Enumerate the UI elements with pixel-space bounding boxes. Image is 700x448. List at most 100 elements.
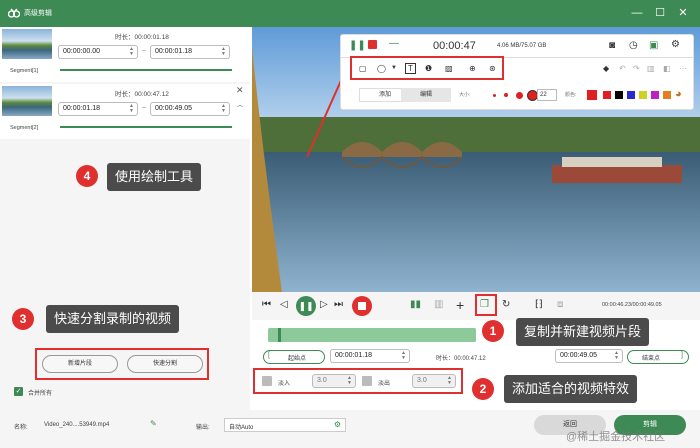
delete-segment-icon[interactable]: ✕ [236, 85, 244, 96]
fade-in-field[interactable]: 3.0 ▲ ▼ [312, 374, 356, 388]
timeline-start-handle[interactable] [278, 328, 281, 342]
add-icon[interactable]: + [456, 297, 464, 313]
output-select[interactable]: 自动Auto ⚙ [224, 418, 346, 432]
eraser-icon[interactable]: ◆ [603, 64, 609, 73]
output-value: 自动Auto [229, 425, 254, 431]
close-icon[interactable]: ✕ [676, 6, 690, 20]
segment-item[interactable]: Segment[2] 时长：00:00:47.12 00:00:01.18 ▲ ▼ … [0, 84, 250, 139]
pause-icon[interactable]: ❚❚ [349, 40, 366, 51]
highlight-box [350, 56, 504, 80]
segment-thumbnail [2, 86, 52, 116]
title-bar: 高级剪辑 — ☐ ✕ [0, 0, 700, 27]
segment-start-value: 00:00:01.18 [63, 105, 100, 112]
playback-time: 00:00:46.23/00:00:49.05 [602, 302, 662, 308]
bracket-icon: [ [268, 352, 270, 359]
fade-in-checkbox[interactable] [262, 376, 272, 386]
maximize-icon[interactable]: ☐ [653, 6, 667, 20]
segment-name: Segment[2] [10, 125, 39, 131]
spinner-icon[interactable]: ▲ ▼ [614, 351, 619, 361]
spinner-icon[interactable]: ▲ ▼ [447, 376, 452, 386]
trim-icon[interactable]: ⁅⁆ [535, 299, 543, 310]
size-label: 大小: [459, 92, 471, 98]
trim-start-field[interactable]: 00:00:01.18 ▲ ▼ [330, 349, 410, 363]
color-swatch[interactable] [615, 91, 623, 99]
edit-name-icon[interactable]: ✎ [150, 419, 157, 428]
skip-start-icon[interactable]: ⏮ [262, 299, 271, 310]
callout-effects: 添加适合的视频特效 [504, 375, 638, 403]
color-swatch[interactable] [651, 91, 659, 99]
camera-icon[interactable]: ◙ [609, 40, 615, 51]
undo-icon[interactable]: ↶ [619, 64, 626, 73]
fade-in-value: 3.0 [317, 377, 327, 384]
trim-end-field[interactable]: 00:00:49.05 ▲ ▼ [555, 349, 623, 363]
fade-out-checkbox[interactable] [362, 376, 372, 386]
segment-end-field[interactable]: 00:00:49.05 ▲ ▼ [150, 102, 230, 116]
trim-start-value: 00:00:01.18 [335, 352, 372, 359]
pause-button[interactable]: ❚❚ [296, 296, 316, 316]
callout-number: 2 [472, 378, 494, 400]
segment-thumbnail [2, 29, 52, 59]
delete-icon[interactable]: ▥ [647, 64, 655, 73]
fade-out-value: 3.0 [417, 377, 427, 384]
fade-out-field[interactable]: 3.0 ▲ ▼ [412, 374, 456, 388]
segment-progress [60, 126, 232, 128]
skip-end-icon[interactable]: ⏭ [334, 299, 343, 310]
color-swatch[interactable] [627, 91, 635, 99]
start-point-button[interactable]: [ 起始点 [263, 350, 325, 364]
timeline-track[interactable] [268, 328, 476, 342]
redo-icon[interactable]: ↷ [633, 64, 640, 73]
spinner-icon[interactable]: ▲ ▼ [129, 47, 134, 57]
duplicate-icon[interactable]: ❐ [480, 299, 489, 310]
spinner-icon[interactable]: ▲ ▼ [221, 104, 226, 114]
stop-record-icon[interactable] [368, 40, 377, 49]
merge-all-checkbox[interactable]: ✓ [14, 387, 23, 396]
current-color-swatch[interactable] [587, 90, 597, 100]
segment-start-field[interactable]: 00:00:01.18 ▲ ▼ [58, 102, 138, 116]
clear-icon[interactable]: ◧ [663, 64, 671, 73]
callout-draw-tools: 使用绘制工具 [107, 163, 202, 191]
color-swatch[interactable] [639, 91, 647, 99]
color-swatch[interactable] [603, 91, 611, 99]
name-label: 名称: [14, 425, 28, 431]
minimize-toolbar-icon[interactable]: — [389, 38, 399, 49]
brush-size-large[interactable] [516, 92, 523, 99]
quick-split-button[interactable]: 快速分割 [127, 355, 203, 373]
segment-end-value: 00:00:01.18 [155, 48, 192, 55]
tab-edit[interactable]: 编辑 [401, 88, 451, 102]
segment-item[interactable]: Segment[1] 时长：00:00:01.18 00:00:00.00 ▲ ▼ … [0, 27, 250, 82]
size-field[interactable]: 22 [537, 89, 557, 101]
reset-icon[interactable]: ↻ [502, 299, 510, 310]
spinner-icon[interactable]: ▲ ▼ [221, 47, 226, 57]
spinner-icon[interactable]: ▲ ▼ [347, 376, 352, 386]
callout-quick-split: 快速分割录制的视频 [46, 305, 180, 333]
gear-icon: ⚙ [333, 420, 341, 429]
brush-size-small[interactable] [493, 94, 496, 97]
spinner-icon[interactable]: ▲ ▼ [401, 351, 406, 361]
stop-icon [358, 302, 366, 310]
segment-end-field[interactable]: 00:00:01.18 ▲ ▼ [150, 45, 230, 59]
more-icon[interactable]: ⋯ [679, 64, 687, 73]
callout-number: 1 [482, 320, 504, 342]
trash-icon[interactable]: ▥ [434, 299, 443, 310]
end-point-button[interactable]: 结束点 ] [627, 350, 689, 364]
color-swatch[interactable] [663, 91, 671, 99]
split-icon[interactable]: ▮▮ [410, 299, 421, 310]
brush-size-medium[interactable] [504, 93, 508, 97]
trim-duration: 时长：00:00:47.12 [436, 356, 486, 362]
toolbox-icon[interactable]: ▣ [649, 40, 658, 51]
segment-start-field[interactable]: 00:00:00.00 ▲ ▼ [58, 45, 138, 59]
step-back-icon[interactable]: ◁ [280, 299, 288, 310]
fade-in-label: 淡入 [278, 381, 291, 387]
palette-icon[interactable]: ◕ [675, 88, 682, 100]
settings-icon[interactable]: ⚙ [671, 39, 680, 50]
stop-button[interactable] [352, 296, 372, 316]
chevron-up-icon[interactable]: ︿ [237, 100, 243, 109]
minimize-icon[interactable]: — [630, 6, 644, 20]
color-label: 颜色: [565, 92, 577, 98]
crop-icon[interactable]: ⧈ [557, 299, 563, 310]
new-segment-button[interactable]: 新增片段 [42, 355, 118, 373]
spinner-icon[interactable]: ▲ ▼ [129, 104, 134, 114]
callout-number: 3 [12, 308, 34, 330]
clock-icon[interactable]: ◷ [629, 40, 638, 51]
step-forward-icon[interactable]: ▷ [320, 299, 328, 310]
